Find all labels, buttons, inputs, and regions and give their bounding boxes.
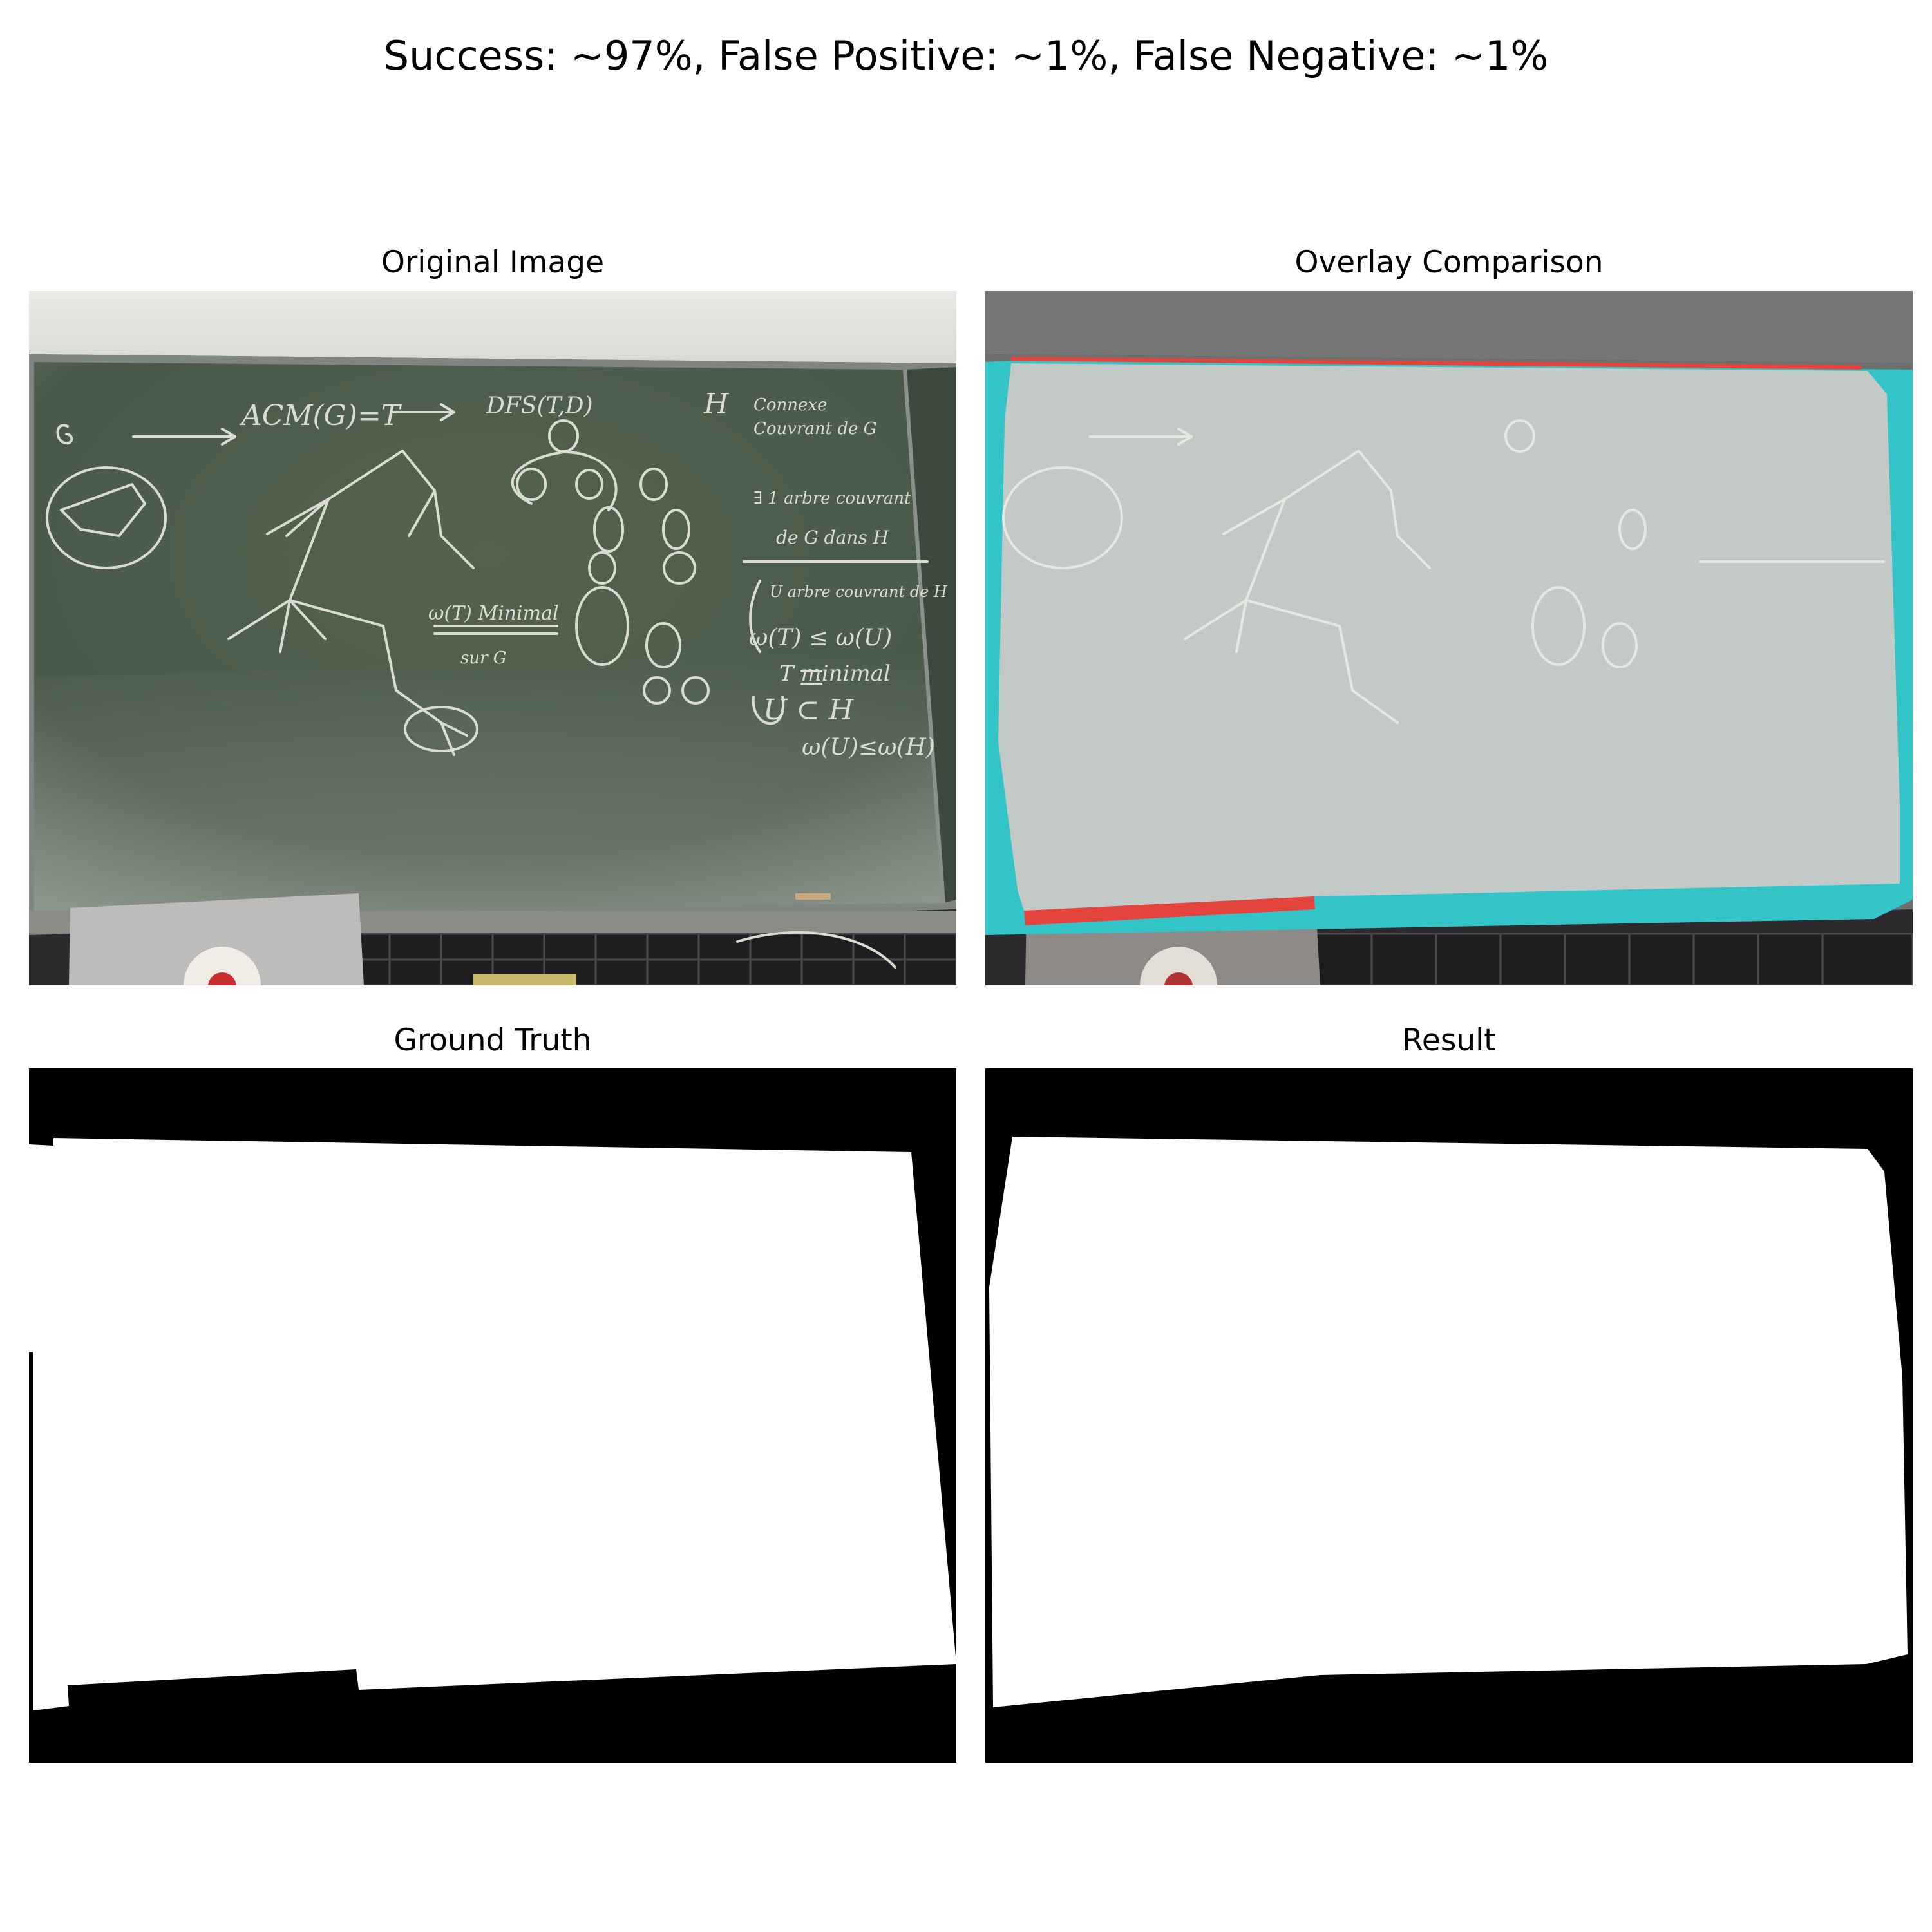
chalk-acm: ACM(G)=T — [239, 399, 402, 432]
ground-truth-board-mask — [29, 1138, 956, 1711]
classroom-blackboard-photo: ACM(G)=T DFS(T,D) H Connexe Couvrant de … — [29, 291, 956, 985]
chalk-de-g-dans-h: de G dans H — [776, 527, 889, 548]
chalk-h: H — [703, 388, 730, 421]
ground-truth-mask — [29, 1068, 956, 1763]
chalk-u-arbre: U arbre couvrant de H — [770, 583, 948, 601]
overlay-comparison-title: Overlay Comparison — [1294, 245, 1604, 280]
chalk-w-t-w-u: ω(T) ≤ ω(U) — [749, 625, 892, 651]
chalk-w-u-w-h: ω(U)≤ω(H) — [802, 734, 935, 761]
chalk-arbre: ∃ 1 arbre couvrant — [753, 489, 911, 508]
chalk-dfs: DFS(T,D) — [486, 393, 593, 419]
original-image-panel: ACM(G)=T DFS(T,D) H Connexe Couvrant de … — [29, 291, 956, 985]
true-positive-region — [998, 363, 1900, 911]
chalk-u-c-h: U ⊂ H — [763, 694, 855, 726]
ground-truth-panel — [29, 1068, 956, 1763]
original-image-title: Original Image — [381, 245, 605, 280]
result-mask — [985, 1068, 1913, 1763]
result-board-mask — [989, 1137, 1908, 1707]
figure-title: Success: ~97%, False Positive: ~1%, Fals… — [383, 32, 1549, 79]
chalk-w-t-minimal: ω(T) Minimal — [428, 602, 559, 625]
chalk-couvrant: Couvrant de G — [753, 419, 876, 439]
chalk-t-minimal: T minimal — [779, 661, 891, 687]
chalk-sur-g: sur G — [460, 649, 507, 668]
ground-truth-title: Ground Truth — [393, 1023, 592, 1058]
overlay-comparison-image — [985, 291, 1913, 985]
result-panel — [985, 1068, 1913, 1763]
result-title: Result — [1402, 1023, 1496, 1058]
chalk-connexe: Connexe — [753, 395, 827, 415]
overlay-comparison-panel — [985, 291, 1913, 985]
